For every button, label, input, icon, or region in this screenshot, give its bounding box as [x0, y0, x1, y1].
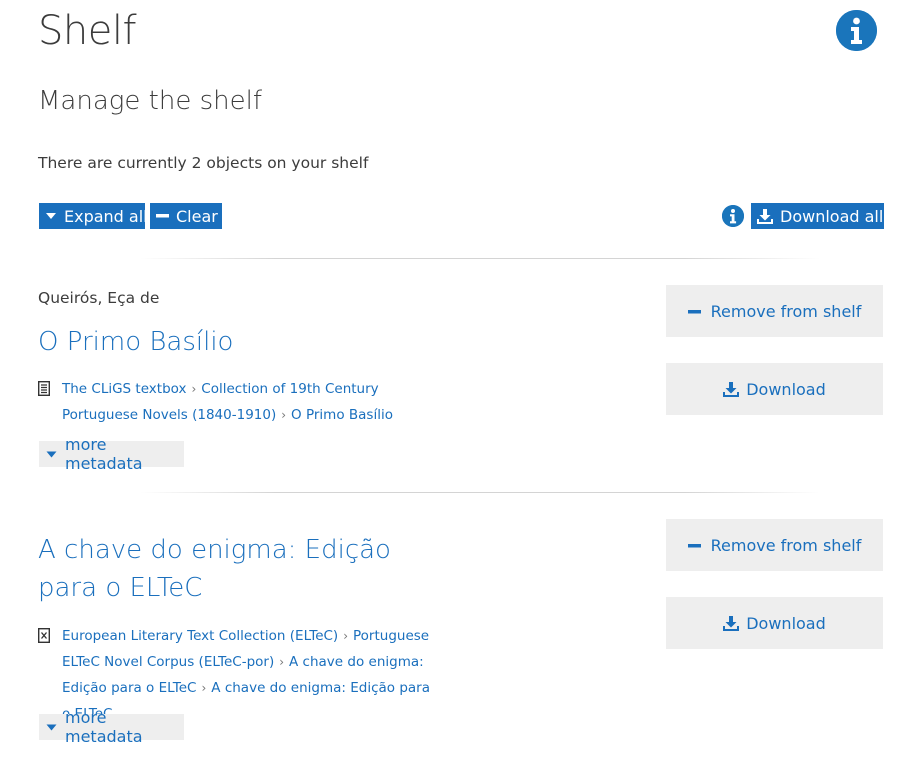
caret-down-icon	[45, 212, 57, 220]
expand-all-label: Expand all	[64, 206, 148, 226]
download-button[interactable]: Download	[666, 597, 883, 649]
breadcrumb-link[interactable]: European Literary Text Collection (ELTeC…	[62, 628, 338, 644]
download-all-button[interactable]: Download all	[751, 203, 884, 229]
breadcrumb-link[interactable]: O Primo Basílio	[291, 407, 393, 423]
caret-down-icon	[46, 451, 57, 458]
clear-label: Clear	[176, 206, 218, 226]
item-author: Queirós, Eça de	[38, 289, 160, 307]
item-title-link[interactable]: A chave do enigma: Edição para o ELTeC	[38, 531, 458, 607]
more-metadata-label: more metadata	[65, 435, 143, 473]
document-icon	[37, 380, 51, 397]
minus-icon	[687, 309, 701, 314]
minus-icon	[156, 214, 169, 218]
more-metadata-label: more metadata	[65, 708, 143, 746]
remove-from-shelf-label: Remove from shelf	[710, 301, 862, 321]
divider	[140, 258, 820, 259]
breadcrumb: The CLiGS textbox › Collection of 19th Cen…	[37, 376, 442, 428]
object-count-text: There are currently 2 objects on your sh…	[38, 154, 369, 172]
info-icon[interactable]	[722, 205, 744, 227]
download-button[interactable]: Download	[666, 363, 883, 415]
download-icon	[757, 208, 773, 224]
item-title-link[interactable]: O Primo Basílio	[38, 323, 458, 361]
breadcrumb-separator-icon: ›	[281, 408, 287, 422]
page-title: Shelf	[38, 8, 137, 54]
remove-from-shelf-button[interactable]: Remove from shelf	[666, 519, 883, 571]
info-icon[interactable]	[836, 10, 877, 51]
download-icon	[723, 381, 740, 397]
minus-icon	[687, 543, 701, 548]
breadcrumb-separator-icon: ›	[279, 655, 285, 669]
more-metadata-button[interactable]: more metadata	[39, 708, 184, 746]
clear-button[interactable]: Clear	[150, 203, 222, 229]
download-label: Download	[746, 613, 826, 633]
download-label: Download	[746, 379, 826, 399]
breadcrumb-link[interactable]: The CLiGS textbox	[62, 381, 186, 397]
breadcrumb-separator-icon: ›	[191, 382, 197, 396]
breadcrumb-separator-icon: ›	[201, 681, 207, 695]
caret-down-icon	[46, 724, 57, 731]
more-metadata-button[interactable]: more metadata	[39, 435, 184, 473]
download-icon	[723, 615, 740, 631]
download-all-label: Download all	[780, 206, 884, 226]
expand-all-button[interactable]: Expand all	[39, 203, 148, 229]
page-subtitle: Manage the shelf	[38, 86, 262, 116]
divider	[140, 492, 820, 493]
remove-from-shelf-button[interactable]: Remove from shelf	[666, 285, 883, 337]
remove-from-shelf-label: Remove from shelf	[710, 535, 862, 555]
breadcrumb-separator-icon: ›	[343, 629, 349, 643]
xml-document-icon	[37, 627, 51, 644]
